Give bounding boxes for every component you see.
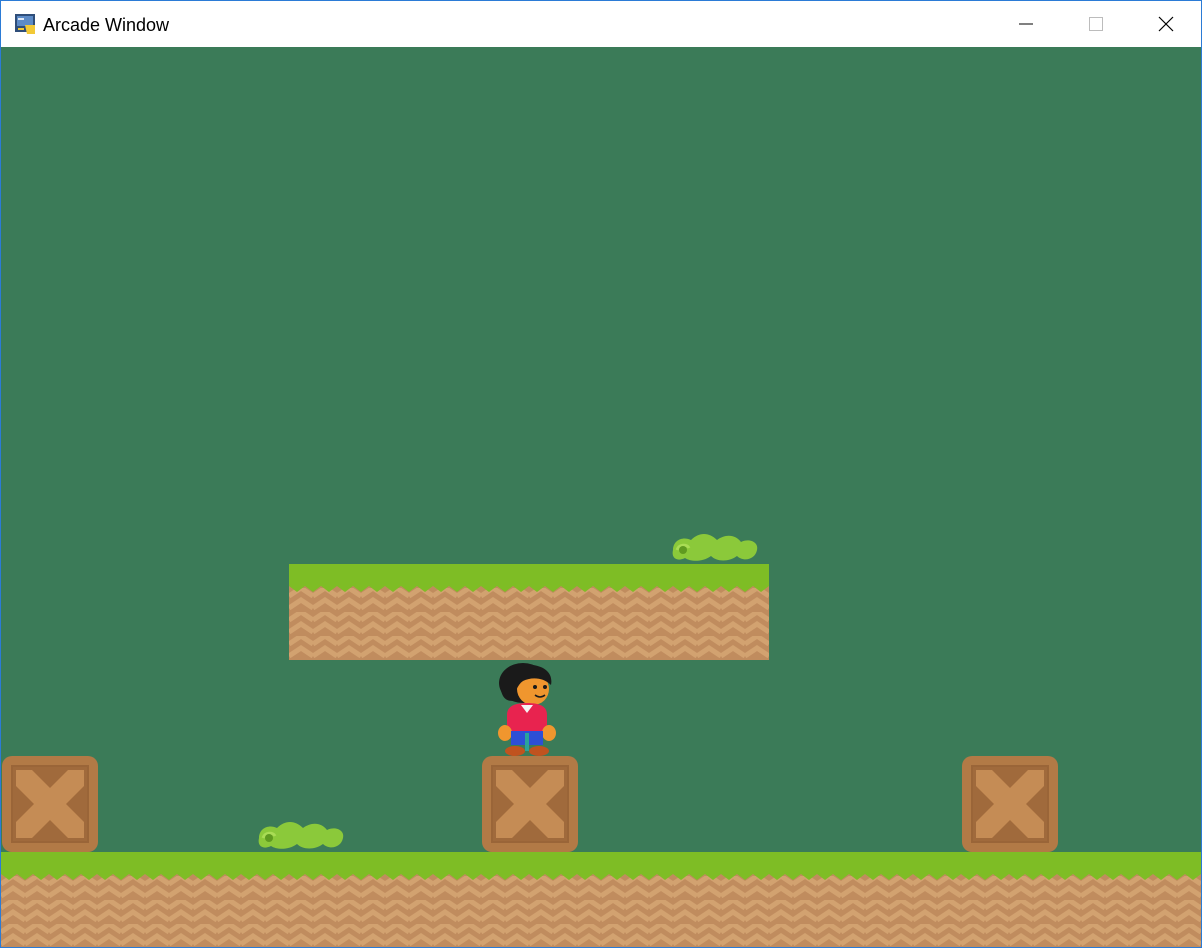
maximize-icon [1089,17,1103,31]
floating-platform [289,564,769,660]
close-icon [1158,16,1174,32]
wooden-crate [2,756,98,852]
ground-platform [1,852,1201,947]
slime-enemy [669,530,759,564]
player-character [495,661,559,757]
arcade-window: Arcade Window [0,0,1202,948]
window-title: Arcade Window [43,15,170,35]
slime-enemy [255,818,345,852]
close-button[interactable] [1131,1,1201,47]
python-arcade-app-icon [15,13,37,35]
wooden-crate [482,756,578,852]
minimize-icon [1019,23,1033,25]
title-bar[interactable]: Arcade Window [1,1,1201,47]
game-canvas[interactable] [1,47,1201,947]
minimize-button[interactable] [991,1,1061,47]
wooden-crate [962,756,1058,852]
maximize-button[interactable] [1061,1,1131,47]
